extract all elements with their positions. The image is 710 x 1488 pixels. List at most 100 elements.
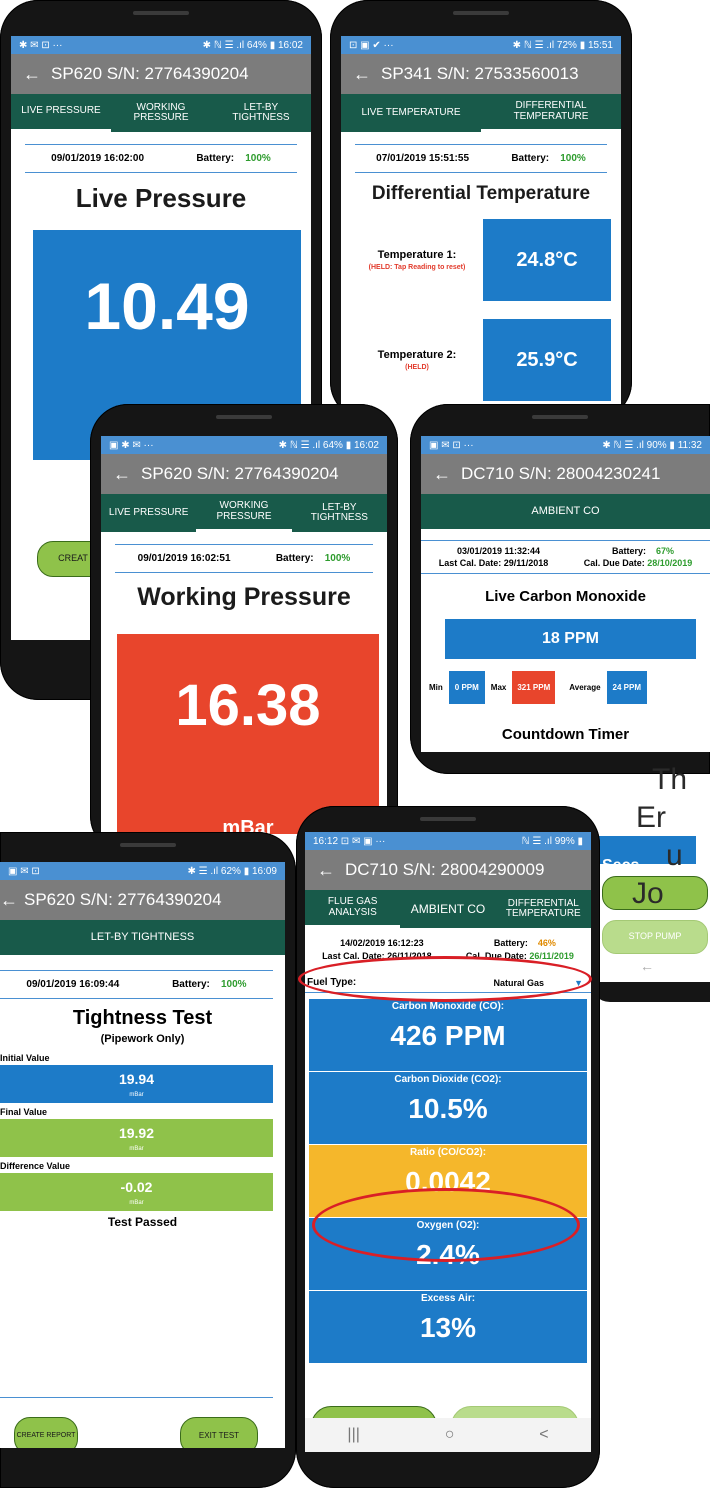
tab-flue-gas-analysis[interactable]: FLUE GAS ANALYSIS [305,890,401,928]
tab-ambient-co[interactable]: AMBIENT CO [421,494,710,532]
side-text-line-2: Er [636,801,666,834]
tab-bar: LIVE PRESSURE WORKING PRESSURE LET-BY TI… [101,494,387,532]
nav-bar: ||| ○ < [305,1418,591,1452]
difference-value[interactable]: -0.02 mBar [0,1173,273,1211]
tab-let-by-tightness[interactable]: LET-BY TIGHTNESS [211,94,311,132]
tab-bar: FLUE GAS ANALYSIS AMBIENT CO DIFFERENTIA… [305,890,591,928]
excess-air-label: Excess Air: [420,1293,476,1304]
battery-value: 100% [324,553,351,564]
last-cal-label: Last Cal. Date: [438,558,502,568]
timer-title: Countdown Timer [501,726,630,743]
phone-ambient-co: ▣ ✉ ⊡ ··· ✱ ℕ ☰ .ıl 90% ▮ 11:32 ← DC710 S/… [410,404,710,774]
back-icon[interactable]: < [539,1426,548,1444]
status-bar: ✱ ✉ ⊡ ··· ✱ ℕ ☰ .ıl 64% ▮ 16:02 [11,36,311,54]
speaker [120,843,176,847]
app-bar: ← SP341 S/N: 27533560013 [341,54,621,94]
device-title: SP620 S/N: 27764390204 [141,464,339,483]
tab-live-pressure[interactable]: LIVE PRESSURE [101,494,196,532]
tab-working-pressure[interactable]: WORKING PRESSURE [111,94,211,132]
final-value-label: Final Value [0,1107,48,1117]
gas-readings: Carbon Monoxide (CO): 426 PPM Carbon Dio… [309,999,587,1363]
datetime: 03/01/2019 11:32:44 [456,546,541,556]
status-bar: ▣ ✱ ✉ ··· ✱ ℕ ☰ .ıl 64% ▮ 16:02 [101,436,387,454]
nav-back[interactable]: ← [640,958,654,974]
tab-differential-temperature[interactable]: DIFFERENTIAL TEMPERATURE [481,94,621,132]
temperature-1-value[interactable]: 24.8°C [483,219,611,301]
co2-value: 10.5% [408,1093,488,1124]
co-reading[interactable]: 18 PPM [445,619,696,659]
battery-value: 100% [245,153,271,164]
temperature-1-label: Temperature 1: [377,249,457,261]
back-arrow-icon[interactable]: ← [317,860,345,881]
device-title: DC710 S/N: 28004290009 [345,860,545,879]
phone-flue-gas-analysis: 16:12 ⊡ ✉ ▣ ··· ℕ ☰ .ıl 99% ▮ ← DC710 S/N:… [296,806,600,1488]
side-text-line-1: Th [652,763,688,796]
max-label: Max [490,683,507,692]
co2-reading[interactable]: Carbon Dioxide (CO2): 10.5% [309,1072,587,1145]
speaker [420,817,476,821]
initial-value[interactable]: 19.94 mBar [0,1065,273,1103]
speaker [216,415,272,419]
app-bar: ← SP620 S/N: 27764390204 [0,880,285,920]
tab-let-by-tightness[interactable]: LET-BY TIGHTNESS [292,494,387,532]
temperature-2-row: Temperature 2: (HELD) 25.9°C [351,319,611,401]
device-title: SP341 S/N: 27533560013 [381,64,579,83]
temperature-2-label: Temperature 2: [377,349,457,361]
back-arrow-icon[interactable]: ← [433,464,461,485]
tab-ambient-co[interactable]: AMBIENT CO [400,890,495,928]
excess-air-reading[interactable]: Excess Air: 13% [309,1291,587,1363]
back-arrow-icon[interactable]: ← [353,64,381,85]
battery-label: Battery: [172,979,210,990]
tab-bar: LET-BY TIGHTNESS [0,920,285,958]
phone-differential-temperature: ⊡ ▣ ✔ ··· ✱ ℕ ☰ .ıl 72% ▮ 15:51 ← SP341 S/… [330,0,632,420]
speaker [133,11,189,15]
status-bar: ▣ ✉ ⊡ ··· ✱ ℕ ☰ .ıl 90% ▮ 11:32 [421,436,710,454]
stop-pump-button[interactable]: STOP PUMP [602,920,708,954]
stats-row: Min 0 PPM Max 321 PPM Average 24 PPM [421,671,710,704]
battery-value: 100% [560,153,586,164]
device-title: SP620 S/N: 27764390204 [51,64,249,83]
page-title: Tightness Test [72,1007,213,1029]
tab-live-pressure[interactable]: LIVE PRESSURE [11,94,111,132]
recents-icon[interactable]: ||| [347,1426,359,1444]
device-title: DC710 S/N: 28004230241 [461,464,661,483]
info-row: 07/01/2019 15:51:55 Battery: 100% [355,144,607,173]
tab-bar: LIVE TEMPERATURE DIFFERENTIAL TEMPERATUR… [341,94,621,132]
back-arrow-icon[interactable]: ← [0,890,24,911]
pressure-reading[interactable]: 16.38 mBar [117,634,379,839]
temperature-2-value[interactable]: 25.9°C [483,319,611,401]
side-text-line-3: u [666,839,683,872]
back-arrow-icon[interactable]: ← [113,464,141,485]
max-value: 321 PPM [512,671,556,704]
temperature-1-note: (HELD: Tap Reading to reset) [368,264,466,271]
phone-working-pressure: ▣ ✱ ✉ ··· ✱ ℕ ☰ .ıl 64% ▮ 16:02 ← SP620 S/… [90,404,398,854]
battery-label: Battery: [611,546,646,556]
page-title: Live Pressure [75,183,247,213]
tab-working-pressure[interactable]: WORKING PRESSURE [196,494,292,532]
excess-air-value: 13% [419,1312,477,1343]
home-icon[interactable]: ○ [445,1426,455,1444]
tab-bar: AMBIENT CO [421,494,710,532]
final-value-unit: mBar [129,1146,144,1152]
tab-let-by-tightness[interactable]: LET-BY TIGHTNESS [0,920,285,958]
co2-label: Carbon Dioxide (CO2): [394,1074,502,1085]
section-title: Live Carbon Monoxide [485,588,646,605]
co-reading[interactable]: Carbon Monoxide (CO): 426 PPM [309,999,587,1072]
exit-test-button[interactable]: EXIT TEST [180,1417,258,1448]
create-report-button[interactable]: CREATE REPORT [14,1417,78,1448]
temperature-2-note: (HELD) [405,364,429,371]
datetime: 09/01/2019 16:02:51 [137,553,231,564]
info-row: 09/01/2019 16:02:51 Battery: 100% [115,544,373,573]
tab-live-temperature[interactable]: LIVE TEMPERATURE [341,94,481,132]
status-bar: ⊡ ▣ ✔ ··· ✱ ℕ ☰ .ıl 72% ▮ 15:51 [341,36,621,54]
page-subtitle: (Pipework Only) [100,1033,185,1045]
battery-value: 100% [221,979,247,990]
test-result: Test Passed [107,1215,178,1229]
back-arrow-icon[interactable]: ← [23,64,51,85]
cal-due-label: Cal. Due Date: [583,558,645,568]
final-value[interactable]: 19.92 mBar [0,1119,273,1157]
tab-differential-temperature[interactable]: DIFFERENTIAL TEMPERATURE [496,890,591,928]
app-bar: ← DC710 S/N: 28004230241 [421,454,710,494]
temperature-1-row: Temperature 1: (HELD: Tap Reading to res… [351,219,611,301]
tab-bar: LIVE PRESSURE WORKING PRESSURE LET-BY TI… [11,94,311,132]
